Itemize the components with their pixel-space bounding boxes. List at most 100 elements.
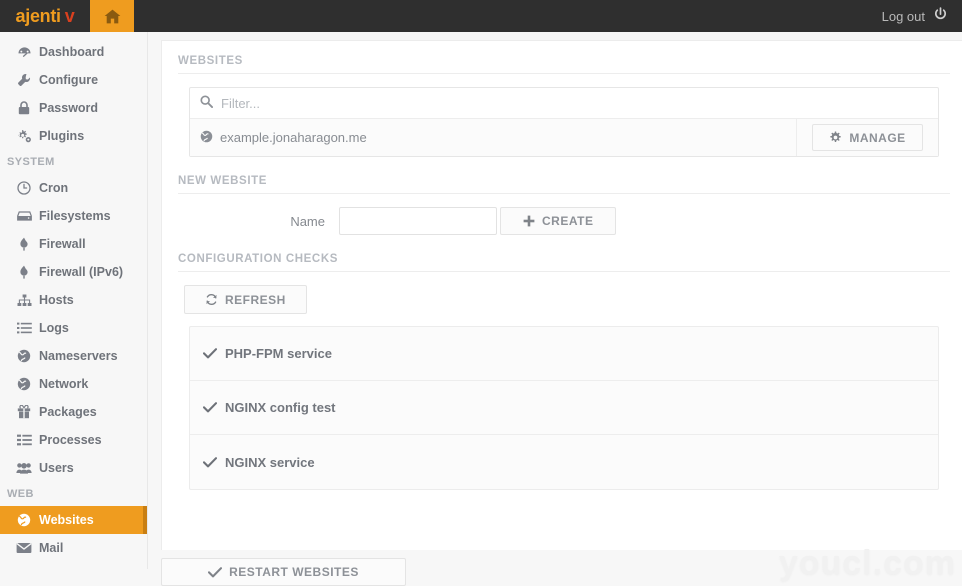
sidebar-item-plugins[interactable]: Plugins xyxy=(0,122,147,150)
sidebar: Dashboard Configure Password Plugins SYS… xyxy=(0,32,148,569)
section-title-new-website: NEW WEBSITE xyxy=(178,175,950,194)
table-row: example.jonaharagon.me MANAGE xyxy=(190,119,938,156)
brand-suffix: v xyxy=(64,5,75,26)
sidebar-item-label: Dashboard xyxy=(39,45,105,59)
home-button[interactable] xyxy=(90,0,134,32)
sidebar-item-password[interactable]: Password xyxy=(0,94,147,122)
sidebar-item-cron[interactable]: Cron xyxy=(0,174,147,202)
sidebar-item-hosts[interactable]: Hosts xyxy=(0,286,147,314)
sidebar-item-firewall[interactable]: Firewall xyxy=(0,230,147,258)
sidebar-item-label: Network xyxy=(39,377,89,391)
sidebar-item-firewall-ipv6[interactable]: Firewall (IPv6) xyxy=(0,258,147,286)
sidebar-item-label: Packages xyxy=(39,405,97,419)
create-label: CREATE xyxy=(542,214,594,228)
section-title-websites: WEBSITES xyxy=(178,55,950,74)
search-icon xyxy=(200,95,213,111)
sidebar-item-logs[interactable]: Logs xyxy=(0,314,147,342)
website-name-cell[interactable]: example.jonaharagon.me xyxy=(190,130,796,146)
globe-icon xyxy=(14,377,34,391)
website-name-input[interactable] xyxy=(339,207,497,235)
refresh-icon xyxy=(205,293,218,306)
gear-icon xyxy=(829,131,842,144)
sidebar-item-dashboard[interactable]: Dashboard xyxy=(0,38,147,66)
sidebar-item-packages[interactable]: Packages xyxy=(0,398,147,426)
globe-icon xyxy=(14,349,34,363)
hdd-icon xyxy=(14,210,34,222)
check-label: NGINX service xyxy=(225,454,315,470)
sidebar-item-label: Websites xyxy=(39,513,94,527)
users-icon xyxy=(14,462,34,474)
check-icon xyxy=(203,456,217,468)
filter-input[interactable] xyxy=(219,91,928,115)
refresh-button[interactable]: REFRESH xyxy=(184,285,307,314)
sidebar-section-system: SYSTEM xyxy=(7,156,55,168)
sidebar-item-configure[interactable]: Configure xyxy=(0,66,147,94)
sidebar-item-label: Mail xyxy=(39,541,64,555)
gift-icon xyxy=(14,405,34,419)
logout-button[interactable]: Log out xyxy=(872,0,962,32)
manage-button[interactable]: MANAGE xyxy=(812,124,923,151)
manage-label: MANAGE xyxy=(849,130,906,145)
sidebar-item-network[interactable]: Network xyxy=(0,370,147,398)
sidebar-item-label: Cron xyxy=(39,181,69,195)
power-icon xyxy=(933,7,948,25)
list-item: NGINX service xyxy=(190,435,938,489)
sidebar-item-label: Password xyxy=(39,101,99,115)
brand-name: ajenti xyxy=(15,5,62,26)
footer-bar: RESTART WEBSITES xyxy=(161,558,962,586)
sidebar-item-label: Firewall xyxy=(39,237,86,251)
check-label: NGINX config test xyxy=(225,400,336,415)
check-icon xyxy=(203,402,217,413)
sidebar-item-mail[interactable]: Mail xyxy=(0,534,147,562)
refresh-wrapper: REFRESH xyxy=(184,285,944,314)
content-area: WEBSITES Filter... example.jonaharagon.m… xyxy=(149,32,962,586)
globe-icon xyxy=(200,130,213,146)
list-item: NGINX config test xyxy=(190,381,938,435)
lock-icon xyxy=(14,101,34,115)
sidebar-item-label: Nameservers xyxy=(39,349,118,363)
name-label: Name xyxy=(290,213,325,229)
brand-logo[interactable]: ajenti v xyxy=(0,0,90,32)
sidebar-item-label: Plugins xyxy=(39,129,85,143)
envelope-icon xyxy=(14,542,34,554)
sidebar-item-label: Processes xyxy=(39,433,102,447)
new-website-form: Name CREATE xyxy=(189,207,939,235)
sidebar-item-label: Firewall (IPv6) xyxy=(39,265,124,279)
sidebar-item-nameservers[interactable]: Nameservers xyxy=(0,342,147,370)
configuration-checks-list: PHP-FPM service NGINX config test NGINX … xyxy=(189,326,939,490)
sidebar-item-users[interactable]: Users xyxy=(0,454,147,482)
refresh-label: REFRESH xyxy=(225,292,286,307)
create-button[interactable]: CREATE xyxy=(500,207,617,235)
wrench-icon xyxy=(14,73,34,87)
list-item: PHP-FPM service xyxy=(190,327,938,381)
sidebar-item-filesystems[interactable]: Filesystems xyxy=(0,202,147,230)
sidebar-item-label: Users xyxy=(39,461,74,475)
sidebar-item-websites[interactable]: Websites xyxy=(0,506,147,534)
sidebar-item-label: Logs xyxy=(39,321,69,335)
check-icon xyxy=(208,566,223,578)
dashboard-icon xyxy=(14,46,34,59)
fire-icon xyxy=(14,237,34,251)
gears-icon xyxy=(14,129,34,143)
check-label: PHP-FPM service xyxy=(225,346,332,361)
plus-icon xyxy=(523,215,535,227)
sidebar-item-processes[interactable]: Processes xyxy=(0,426,147,454)
tasklist-icon xyxy=(14,434,34,446)
websites-panel: WEBSITES Filter... example.jonaharagon.m… xyxy=(161,40,962,550)
sidebar-section-web: WEB xyxy=(7,488,34,500)
sidebar-item-label: Filesystems xyxy=(39,209,111,223)
website-name: example.jonaharagon.me xyxy=(220,130,367,145)
fire-icon xyxy=(14,265,34,279)
sidebar-item-label: Configure xyxy=(39,73,99,87)
top-bar: ajenti v Log out xyxy=(0,0,962,32)
filter-row xyxy=(190,88,938,119)
logout-label: Log out xyxy=(881,8,925,24)
restart-label: RESTART WEBSITES xyxy=(229,565,359,579)
section-title-configuration-checks: CONFIGURATION CHECKS xyxy=(178,253,950,272)
home-icon xyxy=(104,9,121,24)
check-icon xyxy=(203,348,217,359)
manage-cell: MANAGE xyxy=(796,119,938,156)
list-icon xyxy=(14,322,34,334)
restart-websites-button[interactable]: RESTART WEBSITES xyxy=(161,558,406,586)
sitemap-icon xyxy=(14,294,34,307)
